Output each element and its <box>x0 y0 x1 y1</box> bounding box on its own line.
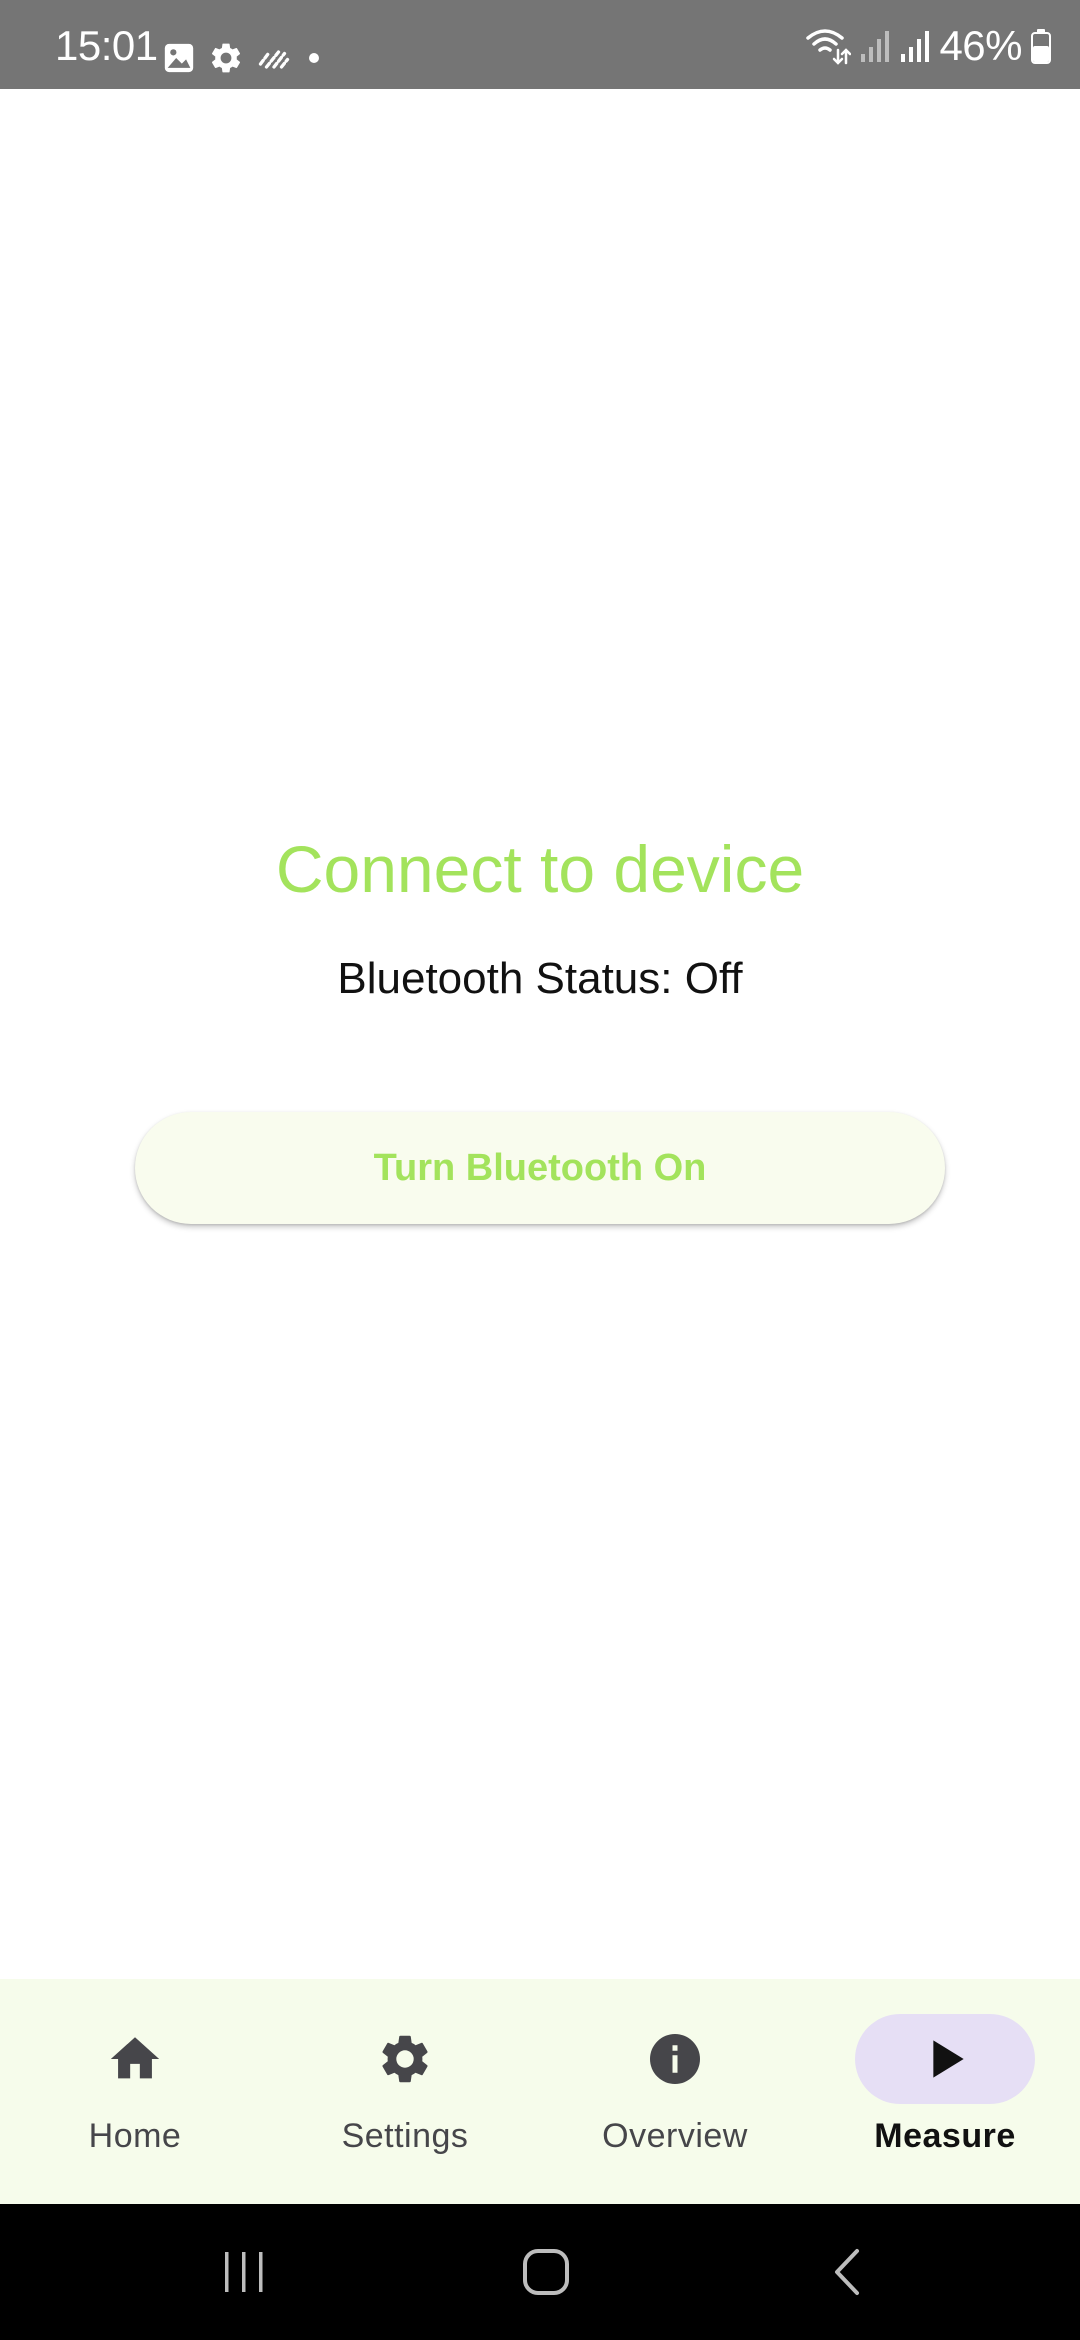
gear-icon <box>382 2035 428 2083</box>
nav-label-settings: Settings <box>341 2117 469 2155</box>
nav-item-settings[interactable]: Settings <box>270 1979 540 2204</box>
status-bar: 15:01 46% <box>0 0 1080 89</box>
recents-button[interactable] <box>204 2238 284 2306</box>
bluetooth-status: Bluetooth Status: Off <box>337 954 743 1003</box>
play-icon <box>933 2040 964 2078</box>
dot-icon <box>309 53 319 63</box>
nav-item-measure[interactable]: Measure <box>810 1979 1080 2204</box>
turn-bluetooth-on-button[interactable]: Turn Bluetooth On <box>135 1112 945 1224</box>
gear-icon <box>211 43 241 73</box>
status-right-icons: 46% <box>805 22 1052 70</box>
main-content: Connect to device Bluetooth Status: Off … <box>0 89 1080 1979</box>
wifi-icon <box>806 29 852 65</box>
status-time: 15:01 <box>55 22 158 69</box>
image-icon <box>164 43 194 73</box>
app-screen: 15:01 46% Connect to device Bluetooth St… <box>0 0 1080 2340</box>
nav-label-overview: Overview <box>602 2117 748 2155</box>
nav-indicator-active <box>855 2014 1035 2104</box>
home-icon <box>110 2037 160 2079</box>
system-home-button[interactable] <box>506 2238 586 2306</box>
status-left-icons <box>162 38 324 78</box>
nav-indicator <box>315 2014 495 2104</box>
activity-icon <box>258 50 290 69</box>
nav-label-home: Home <box>88 2117 182 2155</box>
page-title: Connect to device <box>275 832 805 906</box>
recents-icon <box>225 2252 263 2292</box>
bottom-navigation: Home Settings Overview Measure <box>0 1979 1080 2204</box>
nav-item-overview[interactable]: Overview <box>540 1979 810 2204</box>
system-navigation-bar <box>0 2204 1080 2340</box>
info-icon <box>650 2034 700 2084</box>
nav-label-measure: Measure <box>874 2117 1016 2155</box>
battery-icon <box>1031 29 1051 64</box>
signal-icon-sim1 <box>861 31 890 62</box>
battery-percent: 46% <box>939 22 1022 69</box>
home-outline-icon <box>523 2249 569 2295</box>
nav-item-home[interactable]: Home <box>0 1979 270 2204</box>
nav-indicator <box>45 2014 225 2104</box>
nav-indicator <box>585 2014 765 2104</box>
back-icon <box>835 2249 859 2295</box>
signal-icon-sim2 <box>901 31 930 62</box>
back-button[interactable] <box>808 2238 888 2306</box>
